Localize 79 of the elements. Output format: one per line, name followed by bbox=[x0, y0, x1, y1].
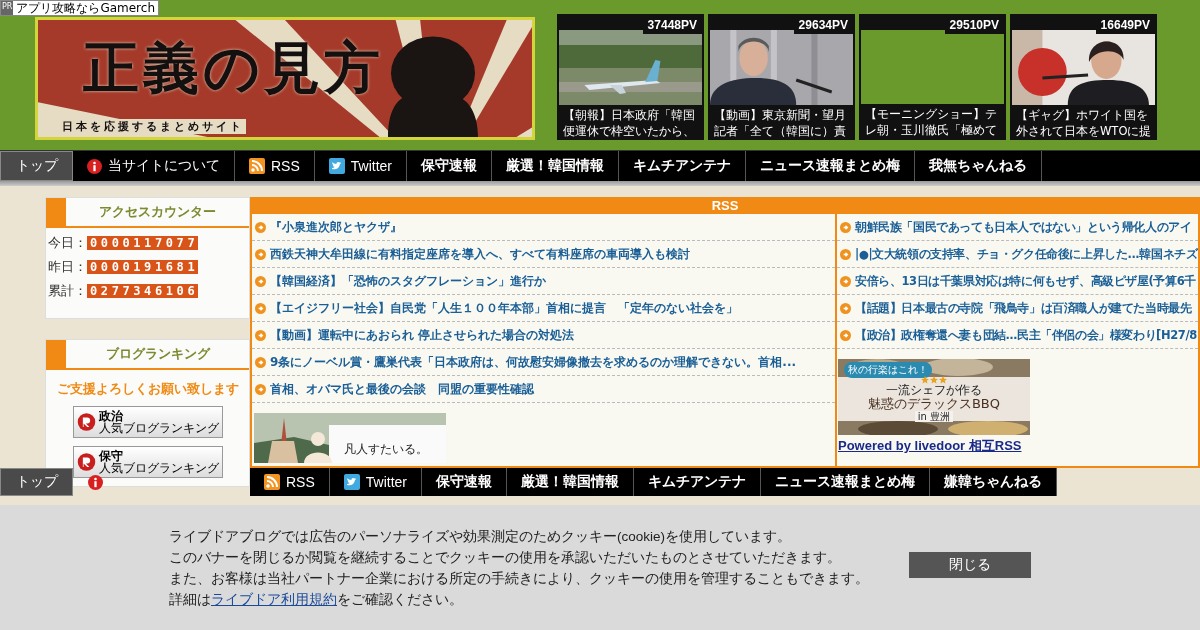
nav-link[interactable]: キムチアンテナ bbox=[634, 468, 762, 496]
arrow-icon bbox=[840, 221, 851, 233]
ad-banner[interactable]: 凡人すたいる。 bbox=[254, 413, 446, 463]
counter-digits: 0000117077 bbox=[87, 236, 199, 250]
counter-label: 昨日： bbox=[48, 258, 87, 276]
arrow-icon bbox=[840, 275, 851, 287]
nav-link[interactable]: 嫌韓ちゃんねる bbox=[930, 468, 1058, 496]
nav-link[interactable]: 保守速報 bbox=[422, 468, 508, 496]
feed-link[interactable]: 【動画】運転中にあおられ 停止させられた場合の対処法 bbox=[252, 322, 835, 349]
arrow-icon bbox=[255, 248, 266, 260]
feed-link[interactable]: 【エイジフリー社会】自民党「人生１００年本部」首相に提言 「定年のない社会を」 bbox=[252, 295, 835, 322]
bird-icon bbox=[343, 474, 360, 490]
ad-label: PR bbox=[1, 1, 14, 15]
ad-tagline: 一流シェフが作る bbox=[886, 384, 982, 397]
panel-title: ブログランキング bbox=[104, 345, 212, 363]
close-button[interactable]: 閉じる bbox=[909, 551, 1031, 578]
nav-link[interactable]: 厳選！韓国情報 bbox=[507, 468, 635, 496]
ad-caption: 凡人すたいる。 bbox=[344, 441, 428, 458]
counter-label: 今日： bbox=[48, 234, 87, 252]
arrow-icon bbox=[255, 383, 266, 395]
arrow-icon bbox=[840, 302, 851, 314]
cookie-notice-text: ライブドアブログでは広告のパーソナライズや効果測定のためクッキー(cookie)を使用しています。 bbox=[169, 527, 792, 546]
ad-badge: 秋の行楽はこれ！ bbox=[844, 362, 932, 378]
ranking-logo-icon bbox=[76, 450, 96, 474]
rss-header: RSS bbox=[252, 197, 1198, 214]
counter-digits: 0277346106 bbox=[87, 284, 199, 298]
ad-headline: 魅惑のデラックスBBQ bbox=[867, 397, 1001, 411]
feed-link[interactable]: 9条にノーベル賞・鷹巣代表「日本政府は、何故慰安婦像撤去を求めるのか理解できない。首相... bbox=[252, 349, 835, 376]
counter-label: 累計： bbox=[48, 282, 87, 300]
powered-by-link[interactable]: Powered by livedoor 相互RSS bbox=[838, 437, 1022, 455]
nav-link[interactable]: Twitter bbox=[329, 468, 423, 496]
popular-post-card[interactable]: 29634PV 【動画】東京新聞・望月記者「全て（韓国に）責 bbox=[708, 14, 855, 140]
ranking-button[interactable]: 保守 人気ブログランキング bbox=[72, 446, 223, 478]
arrow-icon bbox=[840, 248, 851, 260]
counter-digits: 0000191681 bbox=[87, 260, 199, 274]
feed-link[interactable]: 首相、オバマ氏と最後の会談 同盟の重要性確認 bbox=[252, 376, 835, 403]
popular-post-card[interactable]: 29510PV 【モーニングショー】テレ朝・玉川徹氏「極めて bbox=[859, 14, 1006, 140]
post-title: 【ギャグ】ホワイト国を外されて日本をWTOに提 bbox=[1015, 107, 1153, 139]
feed-link[interactable]: 【韓国経済】「恐怖のスタグフレーション」進行か bbox=[252, 268, 835, 295]
feed-link[interactable]: 西鉄天神大牟田線に有料指定座席を導入へ、すべて有料座席の車両導入も検討 bbox=[252, 241, 835, 268]
terms-link[interactable]: ライブドア利用規約 bbox=[211, 591, 337, 607]
feed-link[interactable]: 安倍ら、13日は千葉県対応は特に何もせず、高級ピザ屋(予算6千 bbox=[837, 268, 1198, 295]
ranking-button[interactable]: 政治 人気ブログランキング bbox=[72, 406, 223, 438]
feed-link[interactable]: 【話題】日本最古の寺院「飛鳥寺」は百済職人が建てた当時最先 bbox=[837, 295, 1198, 322]
info-icon[interactable] bbox=[88, 474, 103, 490]
rss-icon bbox=[264, 474, 280, 490]
cookie-notice-text: また、お客様は当社パートナー企業における所定の手続きにより、クッキーの使用を管理することもできます。 bbox=[169, 569, 869, 588]
post-title: 【モーニングショー】テレ朝・玉川徹氏「極めて bbox=[864, 106, 998, 138]
arrow-icon bbox=[255, 356, 266, 368]
home-tab[interactable]: トップ bbox=[0, 468, 73, 496]
arrow-icon bbox=[255, 302, 266, 314]
arrow-icon bbox=[255, 221, 266, 233]
logo-tagline: 日本を応援するまとめサイト bbox=[60, 119, 246, 134]
popular-post-card[interactable]: 37448PV 【朝報】日本政府「韓国便運休で枠空いたから、 bbox=[557, 14, 704, 140]
feed-link[interactable]: 『小泉進次郎とヤクザ』 bbox=[252, 214, 835, 241]
rss-icon bbox=[249, 158, 265, 174]
post-title: 【朝報】日本政府「韓国便運休で枠空いたから、 bbox=[562, 107, 696, 139]
support-message: ご支援よろしくお願い致します bbox=[56, 380, 239, 398]
home-tab[interactable]: トップ bbox=[0, 151, 73, 181]
arrow-icon bbox=[255, 329, 266, 341]
feed-link[interactable]: 【政治】政権奪還へ妻も団結…民主「伴侶の会」様変わり[H27/8 bbox=[837, 322, 1198, 349]
nav-link[interactable]: RSS bbox=[250, 468, 330, 496]
arrow-icon bbox=[255, 275, 266, 287]
cookie-notice-text: 詳細はライブドア利用規約をご確認ください。 bbox=[169, 590, 464, 609]
feed-link[interactable]: |●|文大統領の支持率、チョ・グク任命後に上昇した...韓国ネチズ bbox=[837, 241, 1198, 268]
bird-icon bbox=[328, 158, 345, 174]
popular-post-card[interactable]: 16649PV 【ギャグ】ホワイト国を外されて日本をWTOに提 bbox=[1010, 14, 1157, 140]
post-title: 【動画】東京新聞・望月記者「全て（韓国に）責 bbox=[713, 107, 847, 139]
ranking-logo-icon bbox=[76, 410, 96, 434]
cookie-notice-text: このバナーを閉じるか閲覧を継続することでクッキーの使用を承認いただいたものとさせていただきます。 bbox=[169, 548, 842, 567]
info-icon bbox=[87, 158, 102, 174]
feed-link[interactable]: 朝鮮民族「国民であっても日本人ではない」という帰化人のアイ bbox=[837, 214, 1198, 241]
ad-banner[interactable]: 秋の行楽はこれ！ 一流シェフが作る 魅惑のデラックスBBQ in 豊洲 bbox=[838, 359, 1030, 435]
ad-location: in 豊洲 bbox=[914, 411, 954, 422]
ad-text: アプリ攻略ならGamerch bbox=[15, 1, 156, 15]
arrow-icon bbox=[840, 329, 851, 341]
nav-link[interactable]: ニュース速報まとめ梅 bbox=[761, 468, 931, 496]
panel-title: アクセスカウンター bbox=[98, 203, 217, 221]
ad-link[interactable]: PR アプリ攻略ならGamerch bbox=[0, 0, 159, 16]
